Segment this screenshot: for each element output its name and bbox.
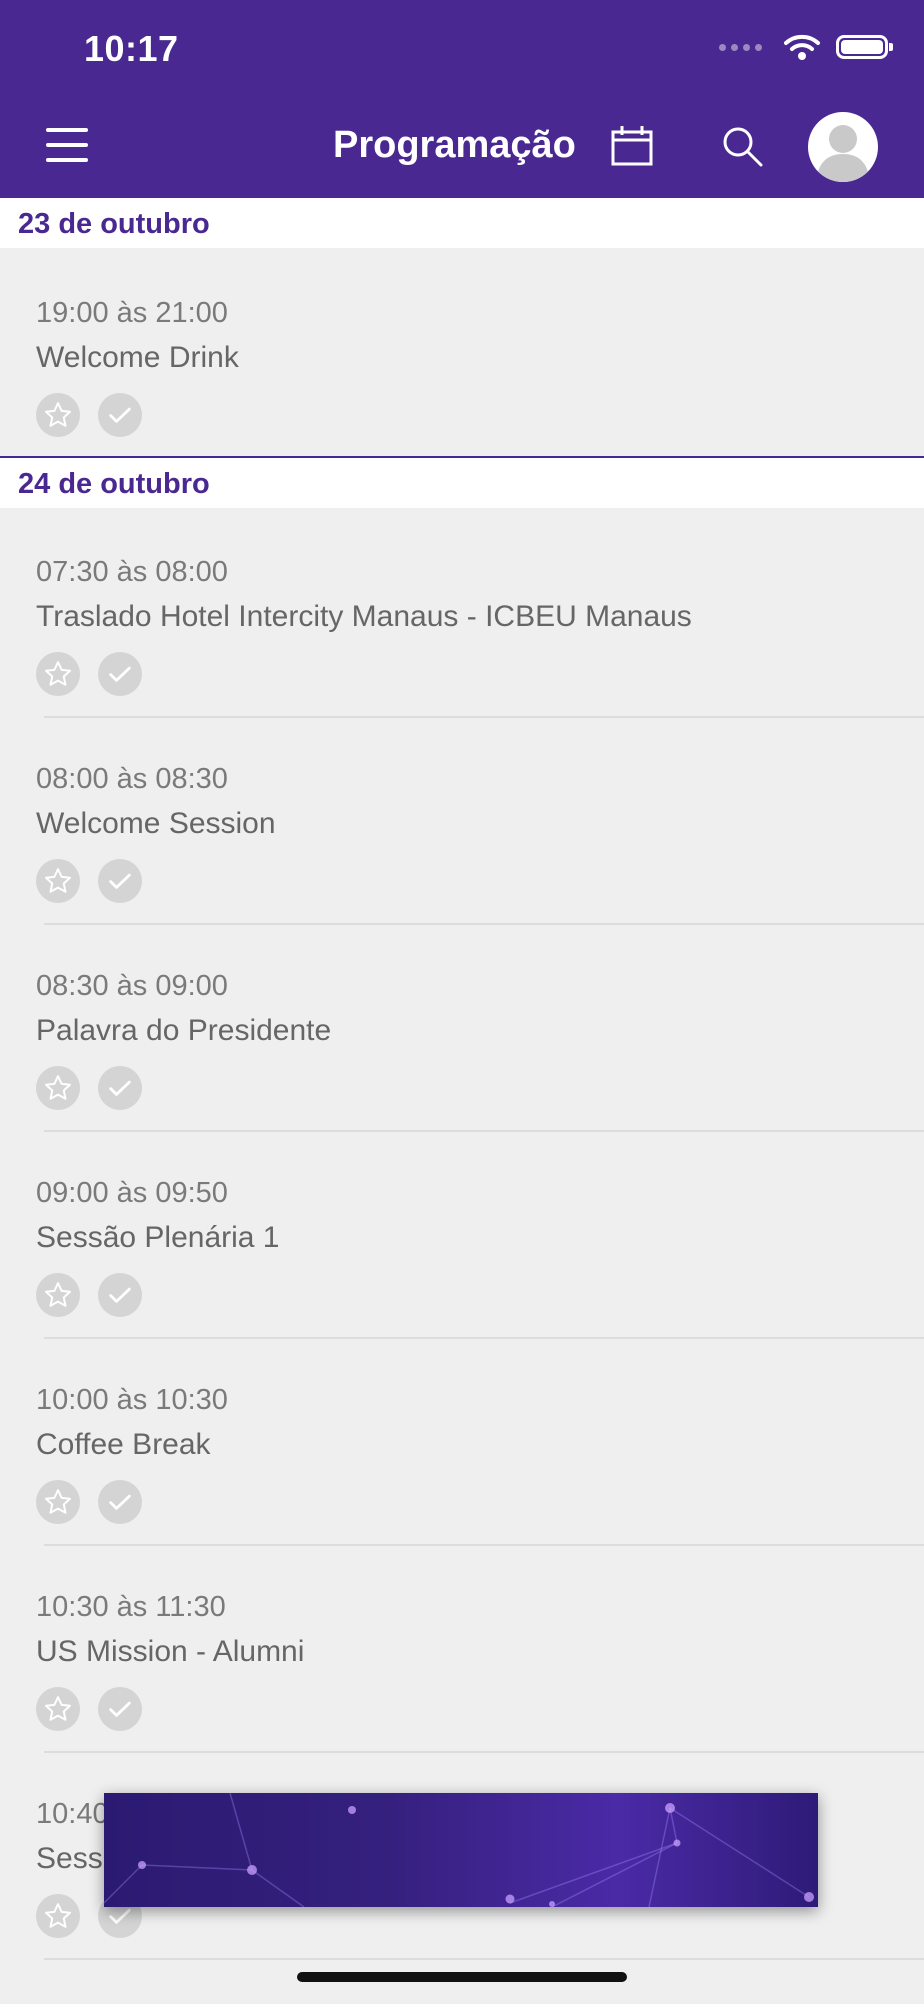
event-time: 07:30 às 08:00 [36, 556, 228, 588]
star-icon[interactable] [36, 652, 80, 696]
check-icon[interactable] [98, 1066, 142, 1110]
event-time: 08:30 às 09:00 [36, 970, 228, 1002]
star-icon[interactable] [36, 859, 80, 903]
avatar-silhouette-icon [816, 125, 870, 182]
network-pattern [104, 1793, 814, 1907]
app-bar: 10:17 Programação [0, 0, 924, 198]
event-title: Welcome Session [36, 807, 276, 840]
home-indicator [297, 1972, 627, 1982]
check-icon[interactable] [98, 859, 142, 903]
event-time: 10:00 às 10:30 [36, 1384, 228, 1416]
check-icon[interactable] [98, 652, 142, 696]
event-item[interactable]: 08:30 às 09:00 Palavra do Presidente [0, 970, 924, 1176]
hamburger-menu-icon[interactable] [46, 128, 88, 162]
item-separator [44, 1337, 924, 1339]
item-separator [44, 1544, 924, 1546]
item-separator [44, 1958, 924, 1960]
signal-icon [719, 43, 762, 51]
check-icon[interactable] [98, 393, 142, 437]
event-title: Sessão Plenária 1 [36, 1221, 280, 1254]
event-time: 10:40 [36, 1798, 109, 1830]
check-icon[interactable] [98, 1687, 142, 1731]
star-icon[interactable] [36, 1480, 80, 1524]
check-icon[interactable] [98, 1273, 142, 1317]
item-separator [44, 1130, 924, 1132]
ad-banner[interactable] [104, 1793, 818, 1907]
event-time: 09:00 às 09:50 [36, 1177, 228, 1209]
status-icons [719, 32, 893, 62]
event-time: 19:00 às 21:00 [36, 297, 228, 329]
item-separator [44, 923, 924, 925]
section-header-date: 23 de outubro [0, 198, 924, 248]
event-title: Coffee Break [36, 1428, 211, 1461]
event-title: Sess [36, 1842, 103, 1875]
star-icon[interactable] [36, 393, 80, 437]
event-time: 10:30 às 11:30 [36, 1591, 226, 1623]
section-header-date: 24 de outubro [0, 458, 924, 508]
event-title: Welcome Drink [36, 341, 239, 374]
user-avatar-icon[interactable] [808, 112, 878, 182]
event-title: Palavra do Presidente [36, 1014, 332, 1047]
search-icon[interactable] [720, 124, 764, 168]
star-icon[interactable] [36, 1894, 80, 1938]
calendar-icon[interactable] [610, 124, 654, 168]
event-item[interactable]: 10:00 às 10:30 Coffee Break [0, 1384, 924, 1590]
event-item[interactable]: 09:00 às 09:50 Sessão Plenária 1 [0, 1177, 924, 1383]
status-time: 10:17 [84, 28, 179, 69]
star-icon[interactable] [36, 1273, 80, 1317]
check-icon[interactable] [98, 1480, 142, 1524]
battery-icon [836, 35, 893, 59]
event-item[interactable]: 07:30 às 08:00 Traslado Hotel Intercity … [0, 556, 924, 762]
page-title: Programação [333, 124, 576, 166]
item-separator [44, 1751, 924, 1753]
event-time: 08:00 às 08:30 [36, 763, 228, 795]
event-title: Traslado Hotel Intercity Manaus - ICBEU … [36, 600, 692, 633]
star-icon[interactable] [36, 1066, 80, 1110]
star-icon[interactable] [36, 1687, 80, 1731]
wifi-icon [784, 34, 820, 60]
event-item[interactable]: 08:00 às 08:30 Welcome Session [0, 763, 924, 969]
item-separator [44, 716, 924, 718]
event-item[interactable]: 10:30 às 11:30 US Mission - Alumni [0, 1591, 924, 1797]
event-title: US Mission - Alumni [36, 1635, 305, 1668]
